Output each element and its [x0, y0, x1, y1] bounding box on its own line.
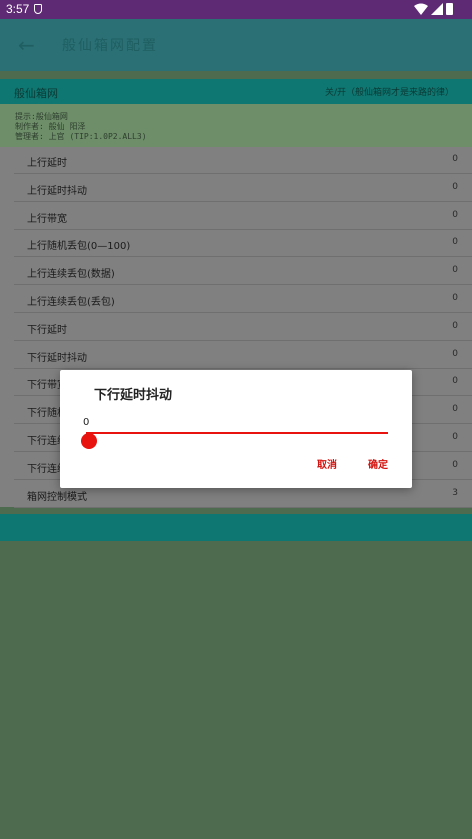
status-time: 3:57 [6, 2, 30, 16]
footer-bar [0, 514, 472, 541]
settings-row-value: 0 [452, 181, 458, 192]
settings-row-value: 0 [452, 404, 458, 415]
cancel-button[interactable]: 取消 [317, 456, 337, 471]
settings-row-value: 0 [452, 293, 458, 303]
back-arrow-icon[interactable]: ← [18, 33, 35, 57]
settings-row-value: 0 [452, 265, 458, 276]
settings-row-value: 0 [452, 459, 458, 470]
settings-row[interactable]: 下行延时抖动 0 [14, 342, 472, 369]
settings-row-value: 0 [452, 348, 458, 359]
settings-row-label: 上行连续丢包(数据) [27, 269, 115, 281]
slider-thumb[interactable] [81, 433, 97, 449]
settings-row[interactable]: 上行随机丢包(0—100) 0 [14, 230, 472, 258]
settings-row-label: 上行带宽 [27, 213, 67, 225]
cell-signal-icon [431, 3, 443, 15]
settings-row[interactable]: 上行连续丢包(数据) 0 [14, 258, 472, 286]
battery-icon [446, 3, 453, 15]
slider-track[interactable] [86, 432, 388, 434]
settings-row-value: 0 [452, 432, 458, 442]
settings-row-label: 箱网控制模式 [27, 491, 87, 503]
settings-row-value: 0 [452, 209, 458, 220]
settings-row-value: 0 [452, 237, 458, 248]
settings-row-value: 0 [452, 154, 458, 164]
divider [0, 71, 472, 79]
wifi-icon [414, 3, 428, 15]
settings-row-value: 0 [452, 320, 458, 331]
section-header-label: 般仙箱网 [14, 87, 58, 100]
settings-row[interactable]: 下行延时 0 [14, 314, 472, 341]
settings-row-label: 下行延时抖动 [27, 352, 87, 364]
slider-dialog: 下行延时抖动 0 取消 确定 [60, 370, 412, 488]
settings-row-label: 上行连续丢包(丢包) [27, 297, 115, 308]
settings-row-label: 上行延时抖动 [27, 185, 87, 197]
settings-row-label: 上行延时 [27, 158, 67, 169]
page-title: 般仙箱网配置 [62, 38, 158, 54]
settings-row-label: 上行随机丢包(0—100) [27, 241, 131, 253]
section-header[interactable]: 般仙箱网 关/开（般仙箱网才是来路的律） [0, 79, 472, 104]
settings-row[interactable]: 上行带宽 0 [14, 203, 472, 230]
status-bar: 3:57 [0, 0, 472, 19]
settings-row-value: 3 [452, 487, 458, 498]
app-toolbar: ← 般仙箱网配置 [0, 19, 472, 71]
settings-row[interactable]: 上行连续丢包(丢包) 0 [14, 286, 472, 313]
slider-value: 0 [83, 417, 90, 428]
ok-button[interactable]: 确定 [368, 456, 388, 471]
info-panel: 提示:般仙箱网 制作者: 般仙 阳泽 管理者: 上官 (TIP:1.0P2.AL… [0, 104, 472, 147]
settings-row-value: 0 [452, 376, 458, 387]
info-line-manager: 管理者: 上官 (TIP:1.0P2.ALL3) [15, 132, 147, 141]
settings-row[interactable]: 上行延时抖动 0 [14, 175, 472, 202]
dialog-title: 下行延时抖动 [94, 388, 173, 403]
section-header-toggle[interactable]: 关/开（般仙箱网才是来路的律） [325, 85, 454, 98]
shield-icon [34, 4, 42, 14]
settings-row[interactable]: 上行延时 0 [14, 147, 472, 174]
settings-row-label: 下行延时 [27, 324, 67, 336]
